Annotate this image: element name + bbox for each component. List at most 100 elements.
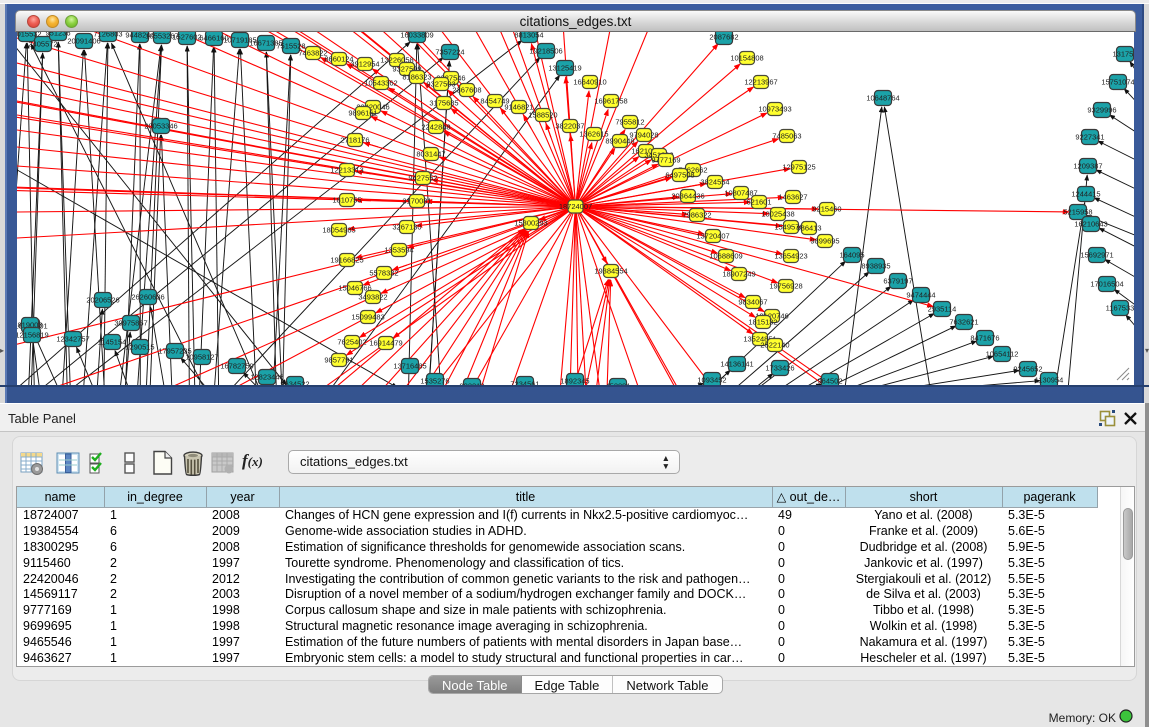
svg-text:7126803: 7126803 bbox=[93, 32, 122, 39]
svg-text:10025438: 10025438 bbox=[761, 210, 794, 219]
svg-text:20206526: 20206526 bbox=[86, 296, 119, 305]
svg-text:1892345: 1892345 bbox=[560, 377, 589, 385]
svg-text:1209387: 1209387 bbox=[1073, 162, 1102, 171]
svg-text:2522140: 2522140 bbox=[760, 341, 789, 350]
svg-text:1815132: 1815132 bbox=[748, 318, 777, 327]
svg-text:16640910: 16640910 bbox=[573, 78, 606, 87]
svg-text:20364436: 20364436 bbox=[671, 192, 704, 201]
svg-text:8813054: 8813054 bbox=[514, 32, 543, 40]
svg-text:9896161: 9896161 bbox=[348, 109, 377, 118]
svg-text:986413: 986413 bbox=[796, 224, 821, 233]
svg-text:16033809: 16033809 bbox=[400, 32, 433, 40]
svg-text:3493822: 3493822 bbox=[358, 293, 387, 302]
svg-text:164095: 164095 bbox=[839, 251, 864, 260]
svg-text:19166825: 19166825 bbox=[330, 256, 363, 265]
svg-text:10543362: 10543362 bbox=[364, 79, 397, 88]
svg-text:8031447: 8031447 bbox=[416, 150, 445, 159]
svg-text:13720407: 13720407 bbox=[696, 232, 729, 241]
svg-text:3175685: 3175685 bbox=[429, 99, 458, 108]
svg-text:13716485: 13716485 bbox=[393, 362, 426, 371]
svg-text:1362615: 1362615 bbox=[579, 130, 608, 139]
svg-text:19218506: 19218506 bbox=[529, 47, 562, 56]
svg-text:12975125: 12975125 bbox=[782, 163, 815, 172]
svg-text:8471676: 8471676 bbox=[970, 334, 999, 343]
svg-text:964502: 964502 bbox=[817, 377, 842, 385]
svg-text:9777169: 9777169 bbox=[651, 156, 680, 165]
svg-text:9794028: 9794028 bbox=[629, 131, 658, 140]
svg-text:1145154: 1145154 bbox=[98, 338, 127, 347]
svg-text:10648764: 10648764 bbox=[866, 94, 899, 103]
svg-text:9899695: 9899695 bbox=[810, 237, 839, 246]
svg-text:7632621: 7632621 bbox=[949, 318, 978, 327]
svg-text:131752: 131752 bbox=[1112, 50, 1134, 59]
svg-text:1130954: 1130954 bbox=[1035, 376, 1064, 385]
svg-text:15751074: 15751074 bbox=[1101, 78, 1134, 87]
svg-text:6497508: 6497508 bbox=[665, 171, 694, 180]
svg-text:15692971: 15692971 bbox=[1080, 251, 1113, 260]
svg-text:9245652: 9245652 bbox=[1013, 365, 1042, 374]
svg-text:2087682: 2087682 bbox=[709, 33, 738, 42]
svg-text:10973493: 10973493 bbox=[758, 105, 791, 114]
svg-text:16782759: 16782759 bbox=[220, 362, 253, 371]
svg-text:15300293: 15300293 bbox=[514, 219, 547, 228]
svg-text:19384554: 19384554 bbox=[594, 267, 627, 276]
svg-text:12823446: 12823446 bbox=[250, 373, 283, 382]
svg-text:1244415: 1244415 bbox=[1071, 190, 1100, 199]
svg-text:12213313: 12213313 bbox=[330, 166, 363, 175]
svg-text:19756928: 19756928 bbox=[769, 282, 802, 291]
svg-text:5578332: 5578332 bbox=[369, 269, 398, 278]
svg-text:10958127: 10958127 bbox=[185, 353, 218, 362]
svg-text:6379197: 6379197 bbox=[883, 277, 912, 286]
svg-text:1527602: 1527602 bbox=[172, 33, 201, 42]
svg-text:10654112: 10654112 bbox=[986, 350, 1019, 359]
svg-text:18907249: 18907249 bbox=[722, 270, 755, 279]
svg-text:16210643: 16210643 bbox=[1074, 220, 1107, 229]
svg-text:3824554: 3824554 bbox=[700, 178, 729, 187]
svg-text:18724007: 18724007 bbox=[559, 202, 592, 211]
svg-text:8660124: 8660124 bbox=[324, 55, 353, 64]
svg-text:13125419: 13125419 bbox=[548, 64, 581, 73]
svg-text:1588520: 1588520 bbox=[528, 111, 557, 120]
svg-text:8938935: 8938935 bbox=[861, 262, 890, 271]
svg-text:1167533: 1167533 bbox=[1106, 304, 1134, 313]
svg-text:12342757: 12342757 bbox=[56, 335, 89, 344]
svg-text:3912954: 3912954 bbox=[350, 60, 379, 69]
svg-text:14136141: 14136141 bbox=[720, 360, 753, 369]
svg-text:2367608: 2367608 bbox=[452, 86, 481, 95]
svg-text:1353594: 1353594 bbox=[384, 246, 413, 255]
svg-text:2935114: 2935114 bbox=[928, 305, 957, 314]
svg-text:7357224: 7357224 bbox=[435, 48, 464, 57]
svg-text:621601: 621601 bbox=[746, 198, 771, 207]
svg-text:9474444: 9474444 bbox=[906, 291, 935, 300]
svg-text:10688609: 10688609 bbox=[709, 252, 742, 261]
svg-text:26260636: 26260636 bbox=[131, 293, 164, 302]
svg-text:16914479: 16914479 bbox=[369, 339, 402, 348]
svg-text:12156819: 12156819 bbox=[17, 331, 49, 340]
svg-text:1535276: 1535276 bbox=[420, 377, 449, 385]
svg-text:10154808: 10154808 bbox=[730, 54, 763, 63]
svg-text:9857791: 9857791 bbox=[324, 356, 353, 365]
svg-text:9427552: 9427552 bbox=[408, 174, 437, 183]
svg-text:9327503: 9327503 bbox=[426, 80, 455, 89]
svg-text:3267130: 3267130 bbox=[392, 223, 421, 232]
svg-text:9227341: 9227341 bbox=[1075, 133, 1104, 142]
svg-text:7463822: 7463822 bbox=[298, 49, 327, 58]
svg-text:7485063: 7485063 bbox=[772, 132, 801, 141]
svg-text:17016504: 17016504 bbox=[1090, 280, 1123, 289]
svg-text:1093452: 1093452 bbox=[697, 376, 726, 385]
svg-text:7625402: 7625402 bbox=[337, 338, 366, 347]
svg-text:15099483: 15099483 bbox=[351, 313, 384, 322]
svg-text:30975867: 30975867 bbox=[114, 319, 147, 328]
svg-text:7955812: 7955812 bbox=[615, 118, 644, 127]
svg-text:7986322: 7986322 bbox=[682, 211, 711, 220]
svg-text:2242848: 2242848 bbox=[421, 123, 450, 132]
svg-text:12213967: 12213967 bbox=[744, 78, 777, 87]
svg-text:13654923: 13654923 bbox=[774, 252, 807, 261]
svg-text:1463627: 1463627 bbox=[778, 193, 807, 202]
svg-text:1733426: 1733426 bbox=[765, 364, 794, 373]
svg-text:16961758: 16961758 bbox=[594, 97, 627, 106]
svg-text:1810755: 1810755 bbox=[332, 196, 361, 205]
svg-text:1290515: 1290515 bbox=[125, 343, 154, 352]
svg-text:5215958: 5215958 bbox=[1063, 208, 1092, 217]
svg-text:20053346: 20053346 bbox=[144, 122, 177, 131]
